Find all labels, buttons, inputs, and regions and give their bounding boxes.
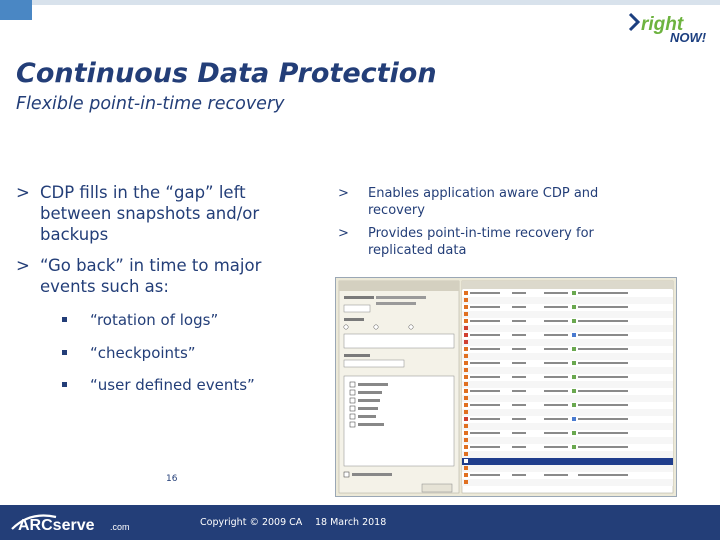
right-bullet-1: > Enables application aware CDP and reco… [338, 185, 668, 221]
top-accent-bar [0, 0, 720, 20]
bullet-line: events such as: [40, 277, 169, 296]
page-number: 16 [166, 474, 178, 484]
bullet-marker: > [16, 256, 30, 275]
top-accent-block [0, 0, 32, 20]
sub-bullet-text: “checkpoints” [90, 344, 196, 362]
square-bullet-icon [62, 382, 67, 387]
rewind-points-screenshot [335, 277, 677, 497]
bullet-marker: > [338, 226, 349, 241]
copyright-text: Copyright © 2009 CA [200, 517, 303, 528]
bullet-line: between snapshots and/or [40, 204, 260, 223]
arcserve-logo: ARCserve .com [11, 514, 130, 534]
bullet-line: Provides point-in-time recovery for [368, 226, 594, 241]
arcserve-suffix-text: .com [110, 522, 130, 532]
square-bullet-icon [62, 317, 67, 322]
right-bullet-2: > Provides point-in-time recovery for re… [338, 225, 668, 261]
square-bullet-icon [62, 350, 67, 355]
rightnow-logo: right NOW! [628, 12, 707, 44]
bullet-marker: > [338, 186, 349, 201]
bullet-line: recovery [368, 203, 425, 218]
chevron-icon [628, 12, 641, 32]
bullet-line: “Go back” in time to major [40, 256, 262, 275]
page-subtitle: Flexible point-in-time recovery [16, 94, 285, 114]
sub-bullet-text: “rotation of logs” [90, 311, 219, 329]
bullet-line: Enables application aware CDP and [368, 186, 599, 201]
arcserve-text: ARCserve [18, 517, 95, 534]
bullet-line: backups [40, 225, 109, 244]
bullet-line: CDP fills in the “gap” left [40, 183, 246, 202]
page-title: Continuous Data Protection [16, 58, 437, 89]
footer-date: 18 March 2018 [315, 517, 387, 528]
left-bullet-1: > CDP fills in the “gap” left between sn… [16, 182, 316, 248]
sub-bullet-text: “user defined events” [90, 376, 255, 394]
bullet-marker: > [16, 183, 30, 202]
bullet-line: replicated data [368, 243, 467, 258]
left-bullet-2: > “Go back” in time to major events such… [16, 255, 316, 299]
rewind-table-rows [462, 290, 673, 486]
logo-now-text: NOW! [670, 30, 707, 44]
